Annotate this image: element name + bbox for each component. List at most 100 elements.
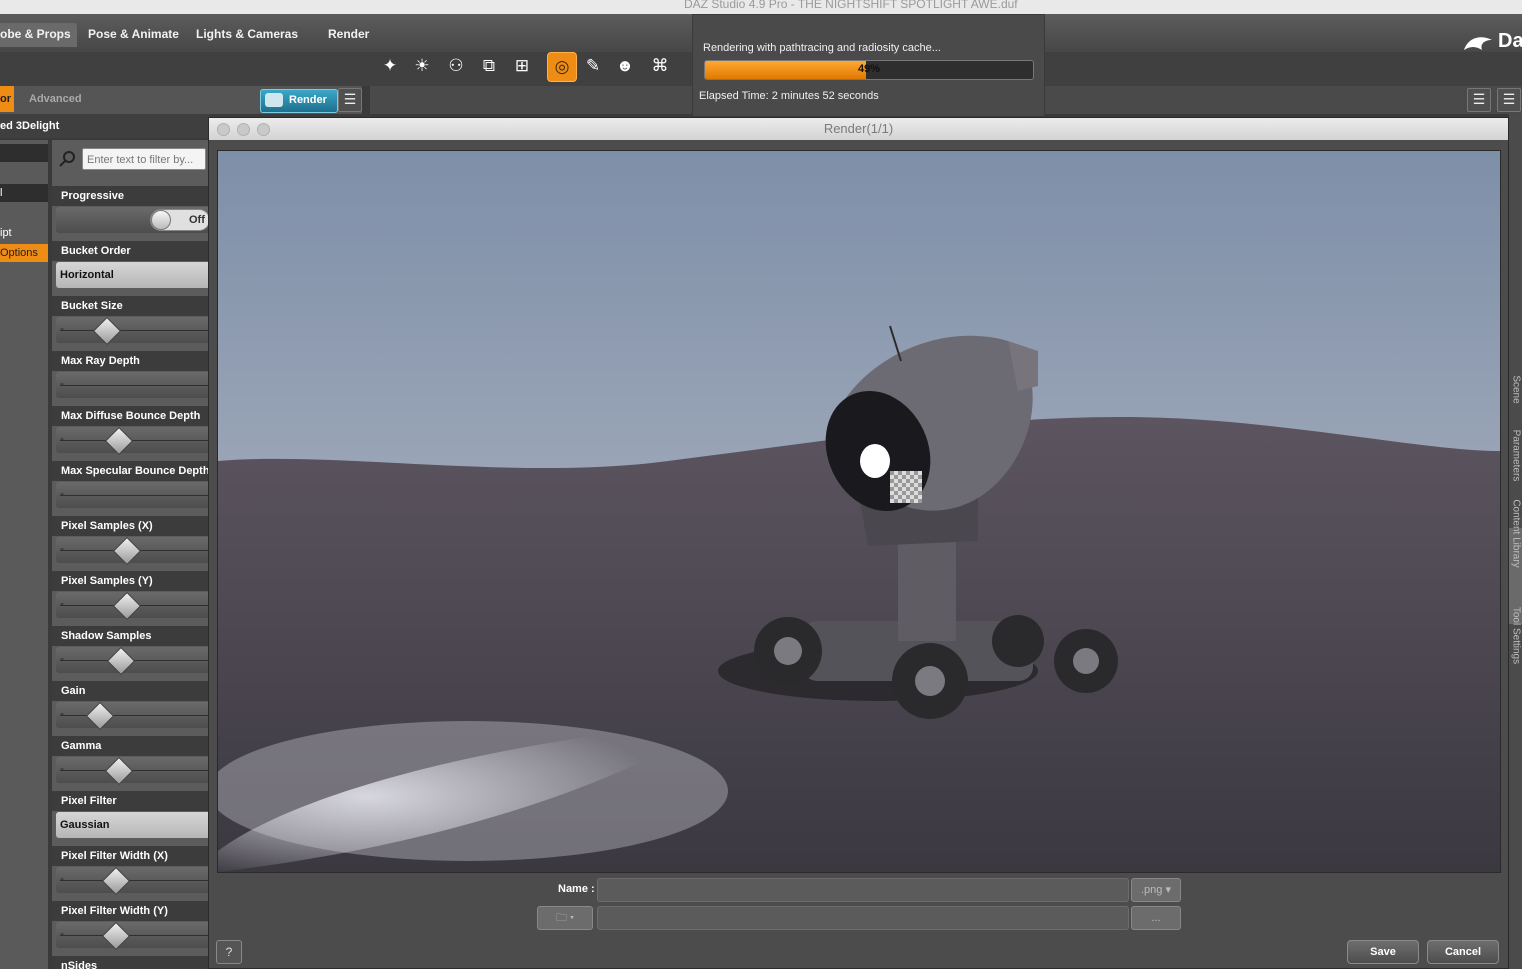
minus-icon[interactable]: - — [60, 431, 64, 445]
property-pixel-filter-width-y: Pixel Filter Width (Y) - — [52, 901, 208, 956]
property-bucket-size: Bucket Size - — [52, 296, 208, 351]
minus-icon[interactable]: - — [60, 486, 64, 500]
tab-editor[interactable]: or — [0, 86, 14, 112]
property-max-ray-depth: Max Ray Depth - — [52, 351, 208, 406]
filter-input[interactable]: Enter text to filter by... — [82, 148, 206, 170]
slider-knob-icon[interactable] — [104, 756, 134, 786]
tab-render[interactable]: Render — [328, 23, 369, 47]
settings-category-nav: l ipt Options — [0, 140, 48, 969]
render-button[interactable]: Render — [260, 89, 338, 113]
browse-button[interactable]: ... — [1131, 906, 1181, 930]
cancel-button[interactable]: Cancel — [1427, 940, 1499, 964]
property-slider[interactable]: - — [56, 591, 208, 621]
tab-probe-props[interactable]: obe & Props — [0, 23, 77, 47]
path-field[interactable] — [597, 906, 1129, 930]
slider-track — [60, 440, 208, 441]
tab-pose-animate[interactable]: Pose & Animate — [88, 23, 179, 47]
figure-icon[interactable]: ☻ — [611, 52, 639, 80]
property-slider[interactable]: - — [56, 866, 208, 896]
node-light-icon[interactable]: ✦ — [376, 52, 404, 80]
nav-item-script[interactable]: ipt — [0, 224, 48, 242]
property-label: Pixel Filter Width (X) — [52, 846, 208, 866]
surface-icon[interactable]: ✎ — [579, 52, 607, 80]
property-shadow-samples: Shadow Samples - — [52, 626, 208, 681]
figure-pose-icon[interactable]: ⚇ — [442, 52, 470, 80]
minus-icon[interactable]: - — [60, 761, 64, 775]
format-select[interactable]: .png ▾ — [1131, 878, 1181, 902]
zoom-icon[interactable] — [257, 123, 270, 136]
tab-parameters-label: Parameters — [1510, 429, 1522, 482]
property-slider[interactable]: - — [56, 426, 208, 456]
minus-icon[interactable]: - — [60, 871, 64, 885]
property-label: Bucket Order — [52, 241, 208, 261]
render-settings-tabs: or Advanced Render ☰ — [0, 86, 362, 114]
save-button[interactable]: Save — [1347, 940, 1419, 964]
property-select[interactable]: Horizontal — [56, 262, 208, 288]
viewport-menu-icon[interactable]: ☰ — [1467, 88, 1491, 112]
nav-item-0[interactable] — [0, 144, 48, 162]
logo-text: Da — [1498, 30, 1522, 52]
property-slider[interactable]: - — [56, 536, 208, 566]
property-slider[interactable]: - — [56, 316, 208, 346]
minus-icon[interactable]: - — [60, 321, 64, 335]
slider-knob-icon[interactable] — [112, 536, 142, 566]
sun-icon[interactable]: ☀ — [408, 52, 436, 80]
property-slider[interactable]: - — [56, 921, 208, 951]
progressive-toggle[interactable]: Off — [150, 209, 208, 231]
scene-icon[interactable]: ⊞ — [508, 52, 536, 80]
folder-select[interactable]: 🗀 ▾ — [537, 906, 593, 930]
slider-knob-icon[interactable] — [85, 701, 115, 731]
minus-icon[interactable]: - — [60, 596, 64, 610]
render-settings-panel: Enter text to filter by... Progressive Of… — [52, 140, 208, 969]
property-nsides: nSides- — [52, 956, 208, 969]
pane-menu-icon[interactable]: ☰ — [338, 88, 362, 112]
close-icon[interactable] — [217, 123, 230, 136]
group-icon[interactable]: ⧉ — [475, 52, 503, 80]
tab-advanced[interactable]: Advanced — [29, 86, 82, 112]
slider-track — [60, 330, 208, 331]
tab-tool-settings-label: Tool Settings — [1510, 606, 1522, 665]
pane-menu-icon-right[interactable]: ☰ — [1497, 88, 1521, 112]
camera-icon[interactable]: ⌘ — [646, 52, 674, 80]
help-button[interactable]: ? — [216, 940, 242, 964]
nav-item-options[interactable]: Options — [0, 244, 48, 262]
property-label: Gain — [52, 681, 208, 701]
property-slider[interactable]: - — [56, 756, 208, 786]
minimize-icon[interactable] — [237, 123, 250, 136]
progress-bar: 49% — [704, 60, 1034, 80]
property-bucket-order: Bucket Order Horizontal — [52, 241, 208, 296]
property-label: Max Ray Depth — [52, 351, 208, 371]
property-select[interactable]: Gaussian — [56, 812, 208, 838]
minus-icon[interactable]: - — [60, 376, 64, 390]
slider-knob-icon[interactable] — [101, 921, 131, 951]
property-label: Pixel Samples (Y) — [52, 571, 208, 591]
format-value: .png — [1140, 884, 1163, 896]
render-canvas — [217, 150, 1501, 873]
nav-item-2[interactable] — [0, 204, 48, 222]
toggle-knob — [151, 210, 171, 230]
slider-track — [60, 880, 208, 881]
nav-item-1[interactable]: l — [0, 184, 48, 202]
progress-percent: 49% — [857, 63, 881, 75]
minus-icon[interactable]: - — [60, 541, 64, 555]
slider-knob-icon[interactable] — [101, 866, 131, 896]
minus-icon[interactable]: - — [60, 651, 64, 665]
property-slider[interactable]: - — [56, 701, 208, 731]
tab-tool-settings[interactable]: Tool Settings — [1509, 607, 1522, 710]
slider-knob-icon[interactable] — [106, 646, 136, 676]
property-label: Max Specular Bounce Depth — [52, 461, 208, 481]
slider-knob-icon[interactable] — [92, 316, 122, 346]
tab-lights-cameras[interactable]: Lights & Cameras — [196, 23, 298, 47]
property-slider[interactable]: - — [56, 482, 208, 508]
minus-icon[interactable]: - — [60, 926, 64, 940]
name-field[interactable] — [597, 878, 1129, 902]
slider-knob-icon[interactable] — [104, 426, 134, 456]
slider-knob-icon[interactable] — [112, 591, 142, 621]
property-max-specular-bounce-depth: Max Specular Bounce Depth - — [52, 461, 208, 516]
property-slider[interactable]: - — [56, 646, 208, 676]
minus-icon[interactable]: - — [60, 706, 64, 720]
tab-scene-label: Scene — [1510, 375, 1522, 404]
property-slider[interactable]: - — [56, 372, 208, 398]
property-toggle-area: Off — [56, 207, 208, 233]
target-icon[interactable]: ◎ — [547, 52, 577, 82]
